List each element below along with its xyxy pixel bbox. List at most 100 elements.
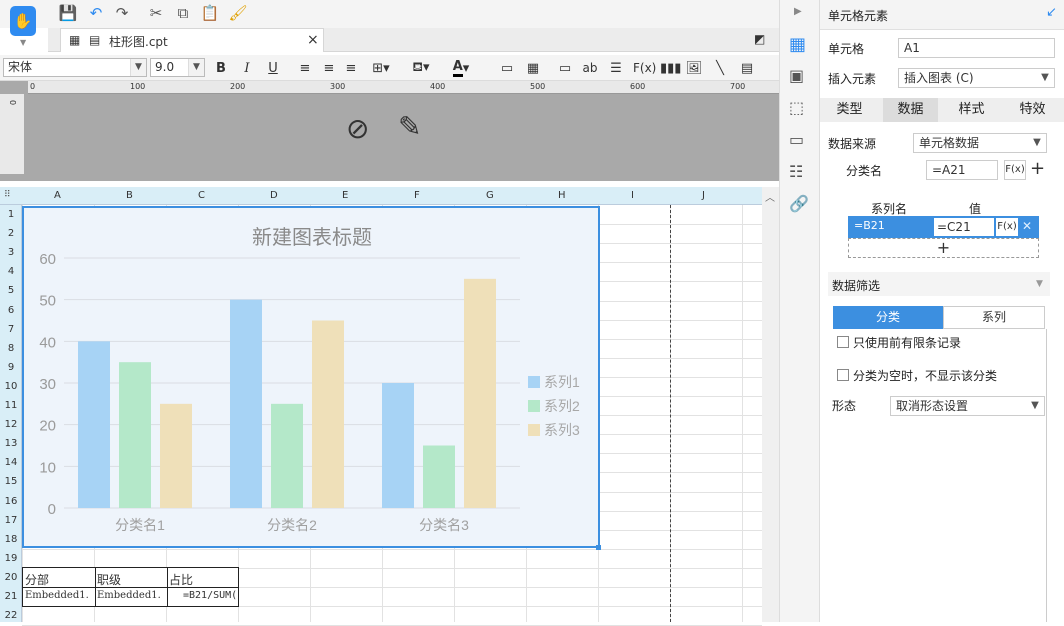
- column-label[interactable]: I: [631, 190, 634, 201]
- insert-element-select[interactable]: 插入图表 (C) ▼: [898, 68, 1055, 88]
- border-icon[interactable]: ⊞▾: [372, 58, 390, 78]
- category-formula-button[interactable]: F(x): [1004, 160, 1026, 180]
- column-label[interactable]: J: [702, 190, 705, 201]
- bold-button[interactable]: B: [212, 58, 230, 78]
- row-label[interactable]: 13: [0, 438, 22, 449]
- crop-icon[interactable]: ⬚: [789, 98, 804, 117]
- form-select[interactable]: 取消形态设置 ▼: [890, 396, 1045, 416]
- row-label[interactable]: 16: [0, 496, 22, 507]
- hide-eye-icon[interactable]: ⊘: [346, 112, 369, 145]
- underline-button[interactable]: U: [264, 58, 282, 78]
- row-label[interactable]: 9: [0, 362, 22, 373]
- row-label[interactable]: 3: [0, 247, 22, 258]
- widget-icon[interactable]: ▭: [789, 130, 804, 149]
- cell-a20[interactable]: 分部: [25, 571, 49, 588]
- limit-records-checkbox[interactable]: [837, 336, 849, 348]
- row-label[interactable]: 20: [0, 572, 22, 583]
- condition-icon[interactable]: ☷: [789, 162, 803, 181]
- fill-color-icon[interactable]: ⛾▾: [412, 58, 430, 78]
- column-label[interactable]: D: [270, 190, 278, 201]
- cell-attribute-icon[interactable]: ▣: [789, 66, 804, 85]
- format-painter-icon[interactable]: 🖌: [228, 3, 248, 23]
- column-label[interactable]: A: [54, 190, 61, 201]
- collapse-filter-icon[interactable]: ▼: [1036, 279, 1043, 289]
- column-label[interactable]: F: [414, 190, 420, 201]
- align-center-icon[interactable]: ≡: [320, 58, 338, 78]
- tab-data[interactable]: 数据: [883, 98, 938, 122]
- filter-tab-category[interactable]: 分类: [833, 306, 943, 329]
- hyperlink-icon[interactable]: 🔗: [789, 194, 809, 213]
- row-label[interactable]: 11: [0, 400, 22, 411]
- redo-icon[interactable]: ↷: [112, 3, 132, 23]
- font-size-select[interactable]: 9.0 ▼: [150, 58, 205, 77]
- subreport-icon[interactable]: ▤: [738, 58, 756, 78]
- row-label[interactable]: 5: [0, 285, 22, 296]
- vertical-scrollbar[interactable]: ︿: [762, 187, 779, 622]
- cell-b21[interactable]: Embedded1.: [97, 590, 161, 601]
- row-label[interactable]: 6: [0, 305, 22, 316]
- scroll-up-icon[interactable]: ︿: [765, 189, 775, 204]
- select-all-icon[interactable]: ⠿: [4, 190, 11, 200]
- tab-menu-icon[interactable]: ◩: [754, 32, 765, 46]
- cut-icon[interactable]: ✂: [146, 3, 166, 23]
- edit-pencil-icon[interactable]: ✎: [398, 110, 421, 143]
- row-label[interactable]: 10: [0, 381, 22, 392]
- row-label[interactable]: 2: [0, 228, 22, 239]
- cell-input[interactable]: A1: [898, 38, 1055, 58]
- category-name-input[interactable]: =A21: [926, 160, 998, 180]
- row-label[interactable]: 21: [0, 591, 22, 602]
- series-row-name[interactable]: =B21: [854, 219, 885, 232]
- text-icon[interactable]: ab: [581, 58, 599, 78]
- column-label[interactable]: C: [198, 190, 205, 201]
- merge-cell-icon[interactable]: ▭: [498, 58, 516, 78]
- wrap-icon[interactable]: ▭: [556, 58, 574, 78]
- save-icon[interactable]: 💾: [58, 3, 78, 23]
- align-right-icon[interactable]: ≡: [342, 58, 360, 78]
- series-formula-button[interactable]: F(x): [996, 218, 1018, 236]
- series-row-value-input[interactable]: =C21: [934, 218, 994, 236]
- add-category-button[interactable]: +: [1030, 158, 1045, 179]
- chart-container[interactable]: 新建图表标题 0 10 20 30 40 50 60 分类名1 分类名2 分类名3 系列1 系列2 系列3: [22, 206, 600, 548]
- row-label[interactable]: 18: [0, 534, 22, 545]
- paragraph-icon[interactable]: ☰: [607, 58, 625, 78]
- delete-series-icon[interactable]: ✕: [1022, 219, 1032, 233]
- row-label[interactable]: 22: [0, 610, 22, 621]
- column-label[interactable]: H: [558, 190, 566, 201]
- font-family-select[interactable]: 宋体 ▼: [3, 58, 147, 77]
- file-tab[interactable]: ▦ ▤ 柱形图.cpt ×: [60, 28, 324, 52]
- row-label[interactable]: 4: [0, 266, 22, 277]
- collapse-arrow-icon[interactable]: ▶: [794, 6, 802, 17]
- column-label[interactable]: B: [126, 190, 133, 201]
- column-label[interactable]: G: [486, 190, 494, 201]
- row-label[interactable]: 12: [0, 419, 22, 430]
- row-label[interactable]: 15: [0, 476, 22, 487]
- tab-effect[interactable]: 特效: [1005, 98, 1060, 122]
- cell-element-icon[interactable]: ▦: [789, 34, 806, 55]
- font-color-icon[interactable]: A ▾: [452, 58, 470, 78]
- copy-icon[interactable]: ⧉: [173, 3, 193, 23]
- data-source-select[interactable]: 单元格数据 ▼: [913, 133, 1047, 153]
- series-row[interactable]: =B21 =C21 F(x) ✕: [848, 216, 1039, 238]
- row-label[interactable]: 17: [0, 515, 22, 526]
- logo-dropdown-icon[interactable]: ▼: [20, 38, 26, 47]
- close-tab-icon[interactable]: ×: [307, 32, 319, 48]
- expand-icon[interactable]: ↙: [1046, 5, 1057, 20]
- row-label[interactable]: 7: [0, 324, 22, 335]
- paste-icon[interactable]: 📋: [200, 3, 220, 23]
- slash-icon[interactable]: ╲: [711, 58, 729, 78]
- app-logo-icon[interactable]: ✋: [10, 6, 36, 36]
- chart-icon[interactable]: ▮▮▮: [660, 58, 681, 78]
- row-label[interactable]: 19: [0, 553, 22, 564]
- chart-resize-handle[interactable]: [596, 545, 601, 550]
- italic-button[interactable]: I: [238, 58, 256, 78]
- add-series-button[interactable]: +: [848, 238, 1039, 258]
- tab-style[interactable]: 样式: [944, 98, 999, 122]
- hide-empty-checkbox[interactable]: [837, 369, 849, 381]
- undo-icon[interactable]: ↶: [86, 3, 106, 23]
- row-label[interactable]: 1: [0, 209, 22, 220]
- filter-tab-series[interactable]: 系列: [943, 306, 1045, 329]
- align-left-icon[interactable]: ≡: [296, 58, 314, 78]
- cell-a21[interactable]: Embedded1.: [25, 590, 89, 601]
- formula-icon[interactable]: F(x): [633, 58, 656, 78]
- row-label[interactable]: 8: [0, 343, 22, 354]
